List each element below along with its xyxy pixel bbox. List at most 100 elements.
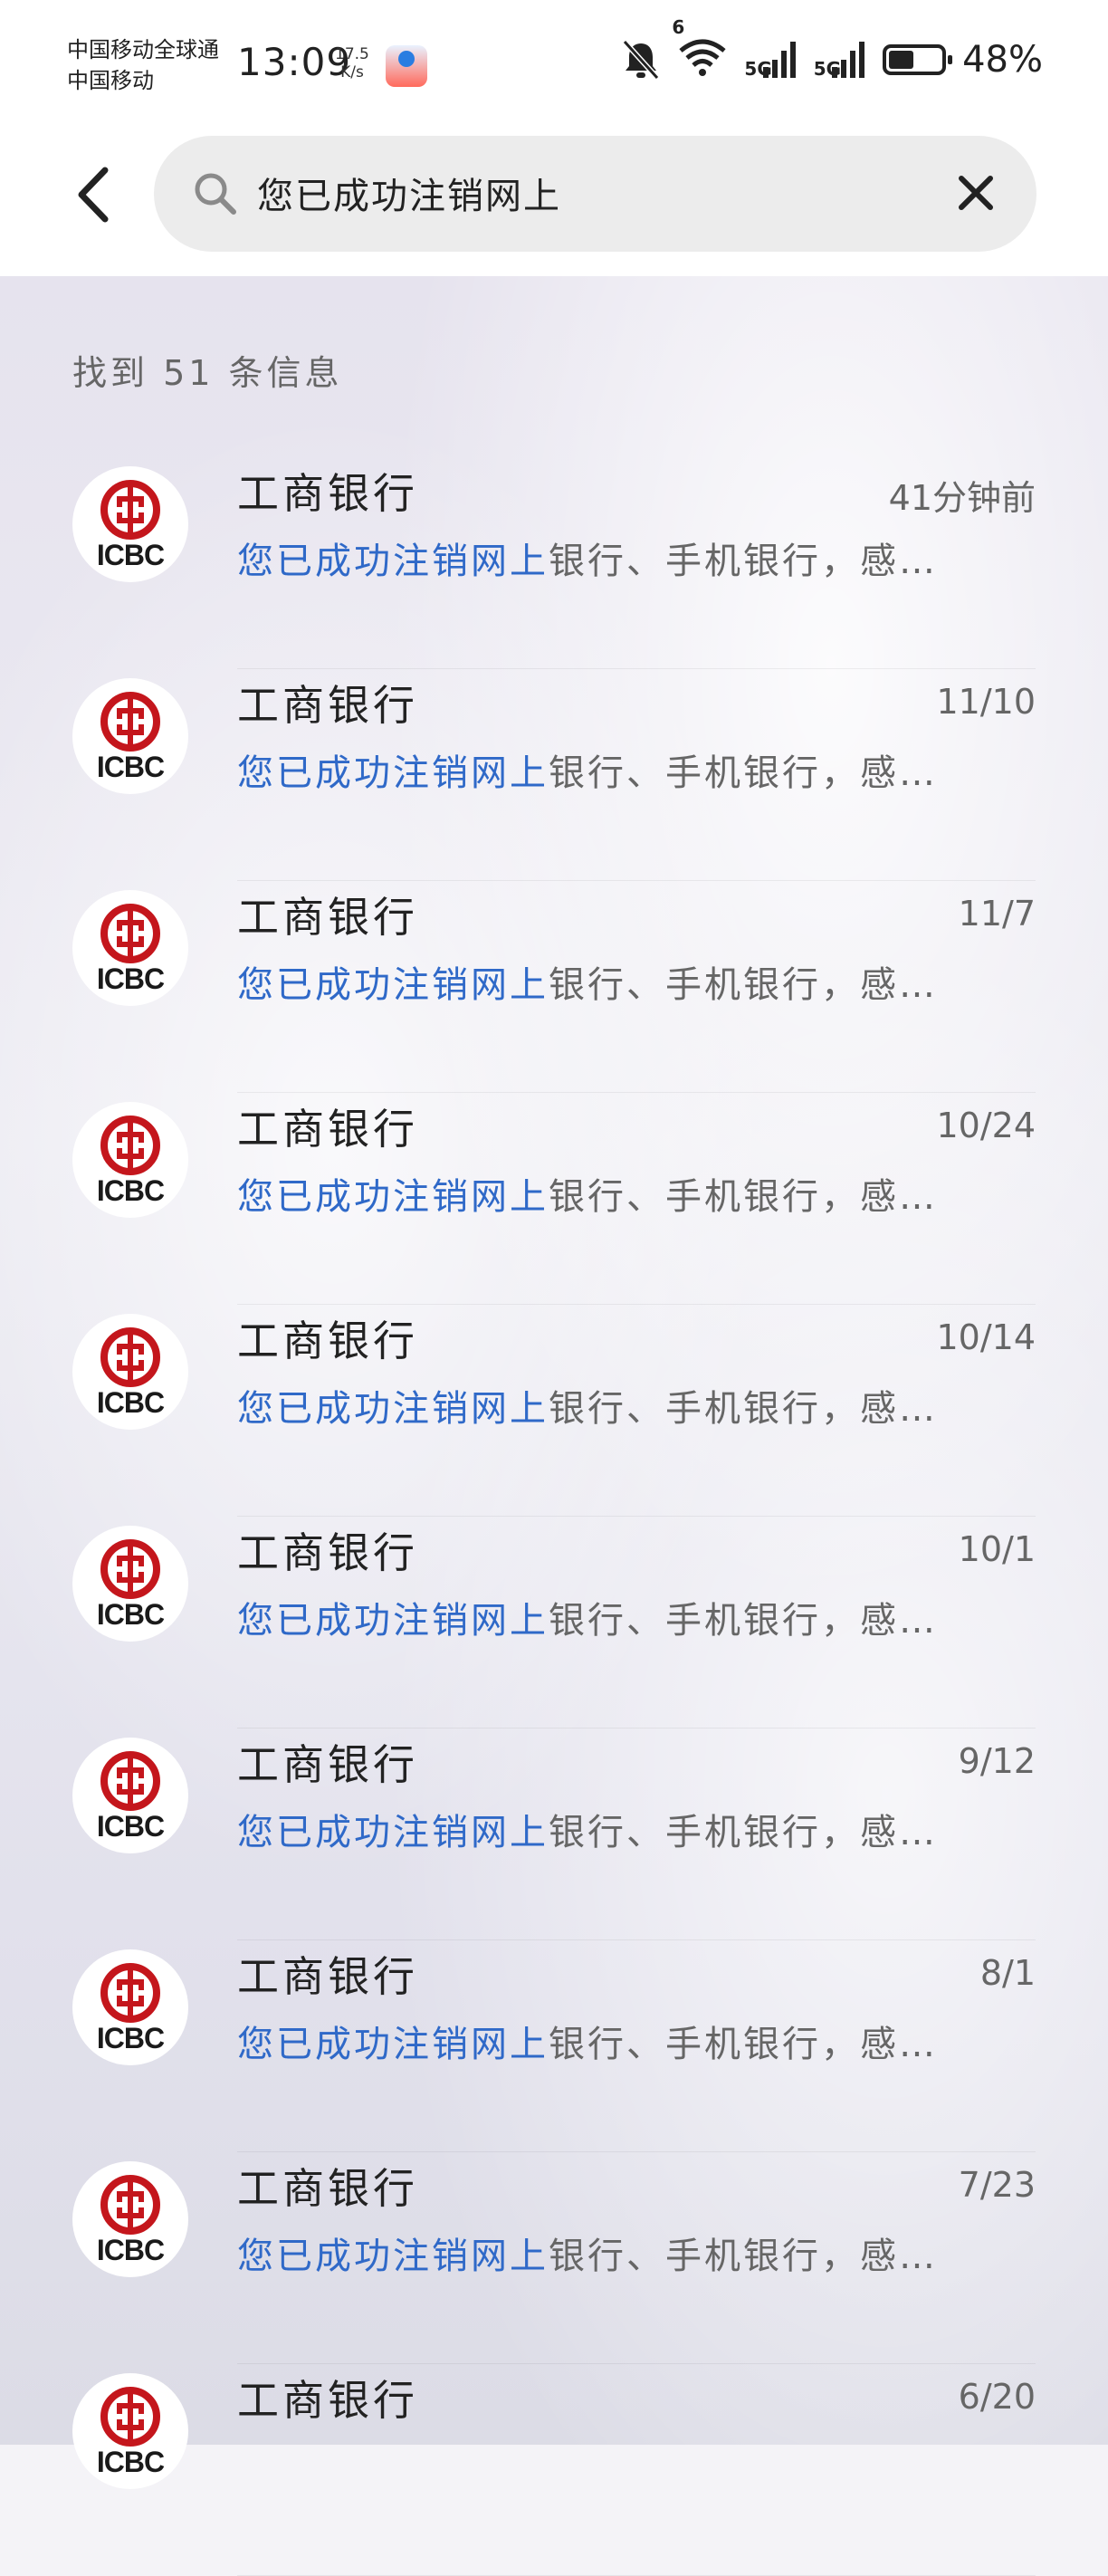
preview-rest: 银行、手机银行，感… bbox=[549, 1388, 938, 1430]
message-item[interactable]: ICBC 工商银行 7/23 您已成功注销网上银行、手机银行，感… bbox=[0, 2152, 1108, 2364]
message-time: 10/14 bbox=[936, 1317, 1036, 1357]
message-item[interactable]: ICBC 工商银行 11/7 您已成功注销网上银行、手机银行，感… bbox=[0, 881, 1108, 1093]
icbc-avatar: ICBC bbox=[72, 1949, 188, 2065]
preview-rest: 银行、手机银行，感… bbox=[549, 541, 938, 582]
sender-name: 工商银行 bbox=[237, 2164, 418, 2213]
icbc-avatar: ICBC bbox=[72, 2161, 188, 2277]
battery-icon bbox=[883, 44, 953, 75]
wifi-label: 6 bbox=[672, 16, 685, 38]
sender-name: 工商银行 bbox=[237, 1528, 418, 1577]
message-item[interactable]: ICBC 工商银行 11/10 您已成功注销网上银行、手机银行，感… bbox=[0, 669, 1108, 881]
message-item[interactable]: ICBC 工商银行 6/20 bbox=[0, 2364, 1108, 2576]
message-preview: 您已成功注销网上银行、手机银行，感… bbox=[237, 1803, 938, 1855]
icbc-logo-icon bbox=[100, 1751, 160, 1811]
message-item[interactable]: ICBC 工商银行 10/24 您已成功注销网上银行、手机银行，感… bbox=[0, 1093, 1108, 1305]
preview-rest: 银行、手机银行，感… bbox=[549, 1600, 938, 1642]
preview-rest: 银行、手机银行，感… bbox=[549, 2236, 938, 2277]
sender-name: 工商银行 bbox=[237, 469, 418, 518]
result-count: 找到 51 条信息 bbox=[72, 353, 343, 393]
message-item[interactable]: ICBC 工商银行 8/1 您已成功注销网上银行、手机银行，感… bbox=[0, 1940, 1108, 2152]
preview-highlight: 您已成功注销网上 bbox=[237, 964, 549, 1006]
message-preview: 您已成功注销网上银行、手机银行，感… bbox=[237, 531, 938, 584]
message-preview: 您已成功注销网上银行、手机银行，感… bbox=[237, 1167, 938, 1220]
wifi-icon bbox=[679, 39, 727, 76]
preview-highlight: 您已成功注销网上 bbox=[237, 541, 549, 582]
preview-highlight: 您已成功注销网上 bbox=[237, 1388, 549, 1430]
search-input[interactable]: 您已成功注销网上 bbox=[154, 136, 1036, 252]
chevron-left-icon bbox=[78, 167, 109, 223]
status-bar: 中国移动全球通 中国移动 13:09 17.5 K/s 6 5G 5G 48% bbox=[0, 0, 1108, 136]
carrier-line-2: 中国移动 bbox=[67, 68, 154, 93]
back-button[interactable] bbox=[71, 163, 121, 226]
icbc-avatar: ICBC bbox=[72, 1526, 188, 1642]
app-notification-icon bbox=[386, 45, 427, 87]
signal-1: 5G bbox=[744, 40, 797, 80]
search-results-area: 找到 51 条信息 ICBC 工商银行 41分钟前 您已成功注销网上银行、手机银… bbox=[0, 276, 1108, 2576]
battery-fill bbox=[889, 51, 914, 69]
signal-2: 5G bbox=[814, 40, 866, 80]
icbc-avatar: ICBC bbox=[72, 2373, 188, 2489]
icbc-logo-text: ICBC bbox=[96, 2234, 165, 2266]
message-item[interactable]: ICBC 工商银行 10/1 您已成功注销网上银行、手机银行，感… bbox=[0, 1517, 1108, 1729]
icbc-avatar: ICBC bbox=[72, 466, 188, 582]
message-preview: 您已成功注销网上银行、手机银行，感… bbox=[237, 2226, 938, 2279]
signal-icon bbox=[832, 42, 865, 78]
preview-rest: 银行、手机银行，感… bbox=[549, 1176, 938, 1218]
preview-rest: 银行、手机银行，感… bbox=[549, 752, 938, 794]
sender-name: 工商银行 bbox=[237, 681, 418, 730]
icbc-logo-icon bbox=[100, 1327, 160, 1387]
preview-highlight: 您已成功注销网上 bbox=[237, 752, 549, 794]
icbc-avatar: ICBC bbox=[72, 678, 188, 794]
sender-name: 工商银行 bbox=[237, 1105, 418, 1154]
search-query: 您已成功注销网上 bbox=[257, 176, 561, 217]
preview-highlight: 您已成功注销网上 bbox=[237, 1812, 549, 1853]
message-time: 8/1 bbox=[979, 1953, 1036, 1993]
message-item[interactable]: ICBC 工商银行 9/12 您已成功注销网上银行、手机银行，感… bbox=[0, 1729, 1108, 1940]
icbc-logo-text: ICBC bbox=[96, 1174, 165, 1207]
magnifier-icon bbox=[195, 173, 236, 215]
preview-rest: 银行、手机银行，感… bbox=[549, 1812, 938, 1853]
network-speed-unit: K/s bbox=[340, 63, 364, 81]
message-time: 11/7 bbox=[958, 894, 1036, 934]
preview-rest: 银行、手机银行，感… bbox=[549, 964, 938, 1006]
icbc-logo-text: ICBC bbox=[96, 1810, 165, 1843]
preview-highlight: 您已成功注销网上 bbox=[237, 1176, 549, 1218]
message-preview: 您已成功注销网上银行、手机银行，感… bbox=[237, 1379, 938, 1432]
message-item[interactable]: ICBC 工商银行 10/14 您已成功注销网上银行、手机银行，感… bbox=[0, 1305, 1108, 1517]
message-preview: 您已成功注销网上银行、手机银行，感… bbox=[237, 2015, 938, 2067]
search-header: 您已成功注销网上 bbox=[0, 136, 1108, 276]
close-icon bbox=[959, 176, 993, 210]
message-preview: 您已成功注销网上银行、手机银行，感… bbox=[237, 955, 938, 1008]
message-preview: 您已成功注销网上银行、手机银行，感… bbox=[237, 743, 938, 796]
icbc-logo-icon bbox=[100, 2175, 160, 2235]
network-speed: 17.5 K/s bbox=[335, 45, 369, 81]
icbc-logo-icon bbox=[100, 904, 160, 963]
icbc-logo-icon bbox=[100, 1963, 160, 2023]
message-time: 7/23 bbox=[958, 2165, 1036, 2205]
signal-icon bbox=[762, 42, 796, 78]
wifi-indicator: 6 bbox=[672, 16, 728, 81]
icbc-avatar: ICBC bbox=[72, 1102, 188, 1218]
message-item[interactable]: ICBC 工商银行 41分钟前 您已成功注销网上银行、手机银行，感… bbox=[0, 457, 1108, 669]
status-icons: 6 5G 5G 48% bbox=[621, 16, 1043, 83]
sender-name: 工商银行 bbox=[237, 1740, 418, 1789]
preview-highlight: 您已成功注销网上 bbox=[237, 2236, 549, 2277]
message-time: 9/12 bbox=[958, 1741, 1036, 1781]
sender-name: 工商银行 bbox=[237, 2376, 418, 2425]
icbc-avatar: ICBC bbox=[72, 1314, 188, 1430]
network-speed-value: 17.5 bbox=[335, 45, 369, 63]
sender-name: 工商银行 bbox=[237, 1952, 418, 2001]
battery-percent: 48% bbox=[962, 39, 1043, 81]
icbc-logo-text: ICBC bbox=[96, 2446, 165, 2478]
message-preview: 您已成功注销网上银行、手机银行，感… bbox=[237, 1591, 938, 1643]
icbc-logo-text: ICBC bbox=[96, 962, 165, 995]
icbc-logo-icon bbox=[100, 480, 160, 540]
icbc-logo-icon bbox=[100, 1116, 160, 1175]
message-time: 10/24 bbox=[936, 1106, 1036, 1145]
clear-search-button[interactable] bbox=[946, 163, 1006, 223]
message-time: 11/10 bbox=[936, 682, 1036, 722]
preview-rest: 银行、手机银行，感… bbox=[549, 2024, 938, 2065]
icbc-avatar: ICBC bbox=[72, 1738, 188, 1853]
carrier-info: 中国移动全球通 中国移动 bbox=[67, 34, 219, 96]
icbc-logo-text: ICBC bbox=[96, 1598, 165, 1631]
